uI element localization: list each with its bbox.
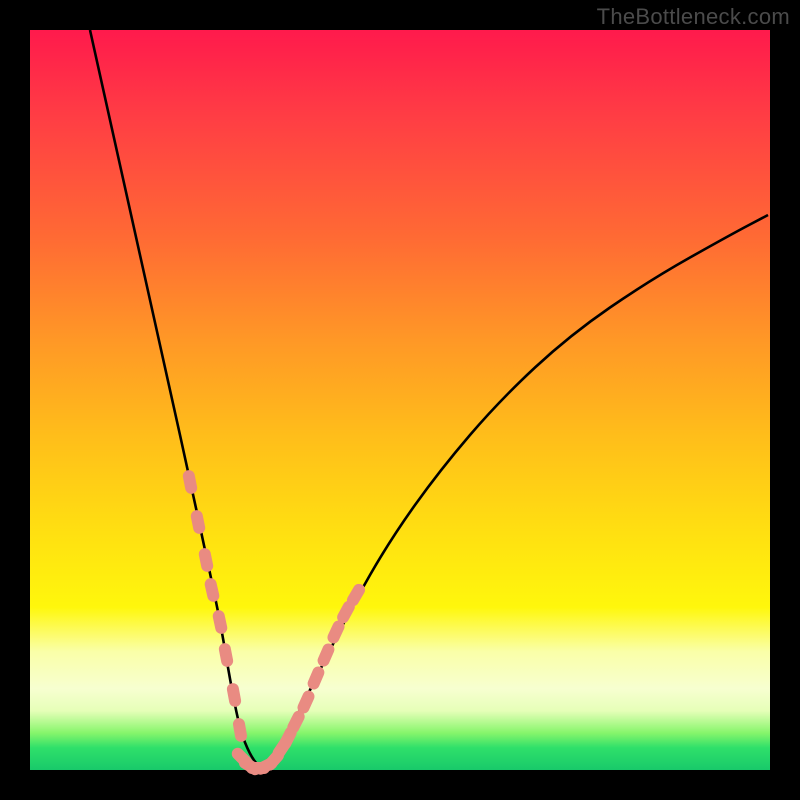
curve-marker	[226, 682, 242, 708]
curve-marker	[190, 509, 207, 535]
curve-markers	[182, 469, 367, 777]
curve-marker	[198, 547, 215, 573]
watermark-text: TheBottleneck.com	[597, 4, 790, 30]
curve-marker	[218, 642, 234, 668]
curve-marker	[182, 469, 198, 495]
curve-marker	[204, 577, 221, 603]
chart-overlay	[30, 30, 770, 770]
curve-marker	[306, 665, 326, 692]
chart-frame: TheBottleneck.com	[0, 0, 800, 800]
curve-marker	[212, 609, 229, 635]
curve-marker	[232, 717, 248, 743]
bottleneck-curve	[90, 30, 768, 766]
